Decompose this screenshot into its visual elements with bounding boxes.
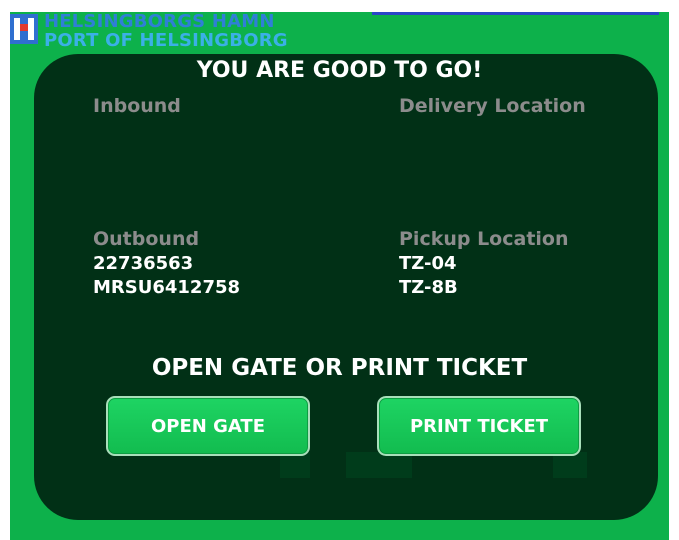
outbound-value-1: 22736563	[93, 253, 194, 274]
action-prompt: OPEN GATE OR PRINT TICKET	[151, 355, 528, 381]
inbound-label: Inbound	[93, 95, 181, 117]
pickup-value-1: TZ-04	[399, 253, 457, 274]
delivery-location-label: Delivery Location	[399, 95, 586, 117]
top-bar-line	[372, 12, 659, 15]
outbound-value-2: MRSU6412758	[93, 277, 241, 298]
outbound-label: Outbound	[93, 228, 200, 250]
port-logo: HELSINGBORGS HAMN PORT OF HELSINGBORG	[10, 12, 288, 50]
status-title: YOU ARE GOOD TO GO!	[196, 58, 483, 83]
pickup-location-label: Pickup Location	[399, 228, 569, 250]
pickup-value-2: TZ-8B	[399, 277, 458, 298]
logo-line-2: PORT OF HELSINGBORG	[44, 30, 288, 51]
logo-line-1: HELSINGBORGS HAMN	[44, 11, 275, 32]
port-logo-icon	[10, 14, 38, 44]
print-ticket-button[interactable]: PRINT TICKET	[377, 396, 581, 456]
open-gate-button[interactable]: OPEN GATE	[106, 396, 310, 456]
